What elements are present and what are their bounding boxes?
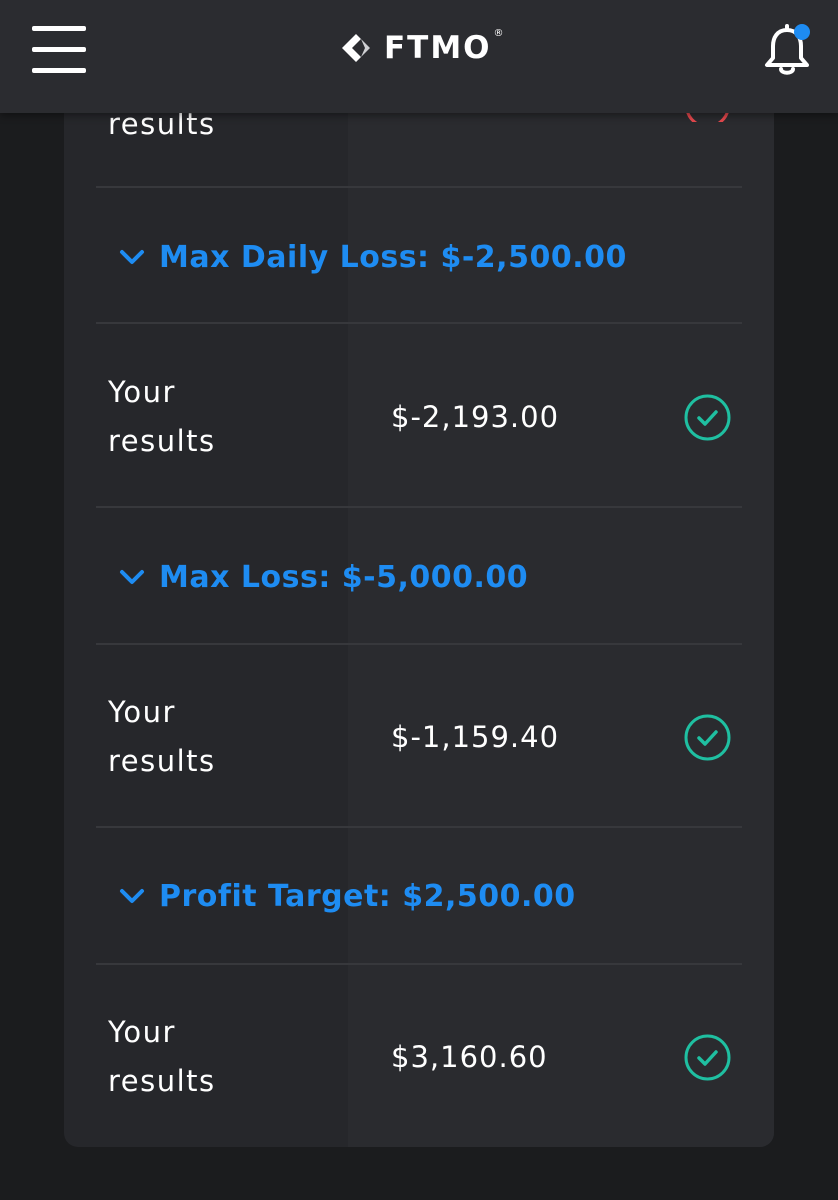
brand-name: FTMO — [384, 30, 492, 66]
hamburger-menu-icon[interactable] — [32, 26, 86, 74]
section-header-max-daily-loss[interactable]: Max Daily Loss: $-2,500.00 — [118, 232, 627, 282]
section-header-max-loss[interactable]: Max Loss: $-5,000.00 — [118, 552, 528, 602]
check-circle-icon — [684, 394, 731, 441]
brand-logo[interactable]: FTMO ® — [334, 26, 504, 70]
result-label: Your results — [108, 695, 216, 778]
bell-icon[interactable] — [762, 24, 812, 78]
result-value: $-2,193.00 — [391, 400, 560, 434]
divider — [96, 186, 742, 188]
top-app-bar: FTMO ® — [0, 0, 838, 113]
chevron-down-icon — [120, 889, 144, 903]
section-title: Max Loss: $-5,000.00 — [159, 559, 529, 595]
divider — [96, 643, 742, 645]
chevron-down-icon — [120, 570, 144, 584]
divider — [96, 963, 742, 965]
notification-badge — [794, 24, 810, 40]
divider — [96, 322, 742, 324]
check-circle-icon — [684, 1034, 731, 1081]
section-title: Max Daily Loss: $-2,500.00 — [159, 239, 627, 275]
section-header-profit-target[interactable]: Profit Target: $2,500.00 — [118, 871, 576, 921]
check-circle-icon — [684, 714, 731, 761]
result-value: $-1,159.40 — [391, 720, 560, 754]
registered-mark: ® — [493, 28, 504, 39]
result-label: Your results — [108, 1015, 216, 1098]
objectives-card: results Max Daily Loss: $-2,500.00 Your … — [64, 60, 774, 1147]
ftmo-logo-icon — [342, 34, 370, 62]
result-value: $3,160.60 — [391, 1040, 548, 1074]
divider — [96, 826, 742, 828]
chevron-down-icon — [120, 250, 144, 264]
value-column-background — [348, 60, 774, 1147]
result-label: Your results — [108, 375, 216, 458]
section-title: Profit Target: $2,500.00 — [159, 878, 576, 914]
divider — [96, 506, 742, 508]
